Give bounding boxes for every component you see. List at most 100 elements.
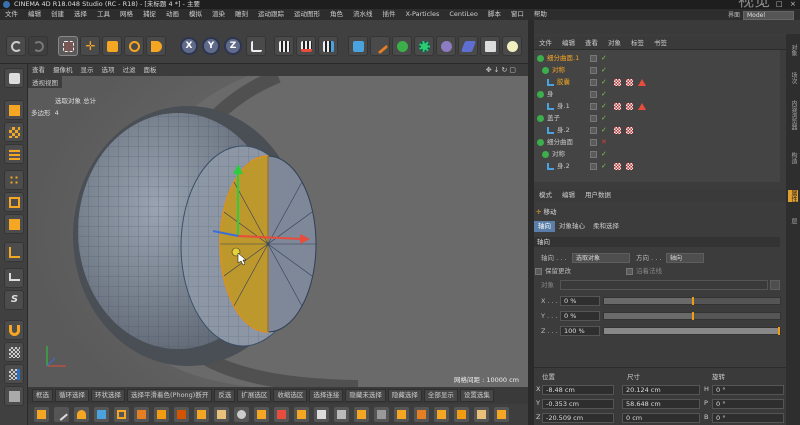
move-tool-icon[interactable]: ✛ bbox=[80, 36, 100, 56]
live-selection-icon[interactable] bbox=[58, 36, 78, 56]
magnet-icon[interactable] bbox=[4, 320, 24, 340]
z-axis-lock-button[interactable]: Z bbox=[224, 37, 242, 55]
camera-icon[interactable] bbox=[480, 36, 500, 56]
menu-plugins[interactable]: 插件 bbox=[378, 9, 401, 20]
visibility-dots[interactable] bbox=[590, 91, 597, 98]
weld-icon[interactable] bbox=[174, 407, 189, 422]
subdivide-icon[interactable] bbox=[374, 407, 389, 422]
triangulate-icon[interactable] bbox=[394, 407, 409, 422]
z-slider[interactable] bbox=[603, 327, 781, 335]
attr-menu-edit[interactable]: 编辑 bbox=[557, 189, 580, 201]
redo-button[interactable] bbox=[28, 36, 48, 56]
position-y-input[interactable]: -0.353 cm bbox=[542, 399, 614, 409]
rotation-p-input[interactable]: 0 ° bbox=[712, 399, 784, 409]
vtab-structure[interactable]: 构造 bbox=[788, 152, 798, 164]
edges-mode-icon[interactable] bbox=[4, 192, 24, 212]
visibility-dots[interactable] bbox=[590, 115, 597, 122]
cmd-unhide-all[interactable]: 全部显示 bbox=[423, 389, 458, 402]
enabled-check-icon[interactable]: ✓ bbox=[601, 77, 607, 88]
cmd-invert[interactable]: 反选 bbox=[214, 389, 236, 402]
rotation-h-input[interactable]: 0 ° bbox=[712, 385, 784, 395]
object-row-body-1[interactable]: 身.1 ✓ bbox=[534, 101, 780, 112]
phong-tag-icon[interactable] bbox=[614, 79, 621, 86]
object-row-body-2[interactable]: 身.2 ✓ bbox=[534, 125, 780, 136]
z-input[interactable]: 100 % bbox=[560, 326, 600, 336]
polygons-mode-icon[interactable] bbox=[4, 214, 24, 234]
menu-mograph[interactable]: 运动图形 bbox=[289, 9, 325, 20]
enabled-check-icon[interactable]: ✓ bbox=[601, 101, 607, 112]
layer-icon[interactable] bbox=[4, 386, 24, 406]
subdivision-surface-icon[interactable] bbox=[392, 36, 412, 56]
size-y-input[interactable]: 58.648 cm bbox=[622, 399, 700, 409]
menu-animate[interactable]: 动画 bbox=[161, 9, 184, 20]
cmd-loop-select[interactable]: 循环选择 bbox=[55, 389, 89, 402]
object-row-capsule[interactable]: 胶囊 ✓ bbox=[534, 77, 780, 88]
object-link-field[interactable] bbox=[560, 280, 768, 290]
menu-character[interactable]: 角色 bbox=[325, 9, 348, 20]
menu-script[interactable]: 脚本 bbox=[483, 9, 506, 20]
light-icon[interactable] bbox=[502, 36, 522, 56]
tab-object-axis[interactable]: 对象轴心 bbox=[555, 221, 589, 232]
object-row-body-2b[interactable]: 身.2 ✓ bbox=[534, 161, 780, 172]
polygon-selection-tag-icon[interactable] bbox=[638, 79, 646, 86]
render-picture-viewer-icon[interactable] bbox=[296, 36, 316, 56]
selection-tag-icon[interactable] bbox=[626, 79, 633, 86]
menu-tools[interactable]: 工具 bbox=[92, 9, 115, 20]
along-normals-checkbox[interactable] bbox=[626, 268, 633, 275]
obj-menu-tags[interactable]: 标签 bbox=[626, 37, 649, 50]
visibility-dots[interactable] bbox=[590, 127, 597, 134]
obj-menu-bookmarks[interactable]: 书签 bbox=[649, 37, 672, 50]
collapse-icon[interactable] bbox=[494, 407, 509, 422]
vp-menu-display[interactable]: 显示 bbox=[77, 64, 98, 76]
vtab-layers[interactable]: 层 bbox=[788, 218, 798, 224]
menu-centileo[interactable]: CentiLeo bbox=[444, 9, 483, 20]
menu-help[interactable]: 帮助 bbox=[529, 9, 552, 20]
vtab-takes[interactable]: 场次 bbox=[788, 72, 798, 84]
vtab-attributes[interactable]: 属性 bbox=[788, 190, 798, 202]
knife-icon[interactable] bbox=[54, 407, 69, 422]
optimize-icon[interactable] bbox=[334, 407, 349, 422]
rotation-b-input[interactable]: 0 ° bbox=[712, 413, 784, 423]
undo-button[interactable] bbox=[6, 36, 26, 56]
visibility-dots[interactable] bbox=[590, 55, 597, 62]
object-link-pick-icon[interactable] bbox=[770, 280, 780, 290]
brush-icon[interactable] bbox=[74, 407, 89, 422]
workplane-mode-icon[interactable] bbox=[4, 144, 24, 164]
x-axis-lock-button[interactable]: X bbox=[180, 37, 198, 55]
menu-render[interactable]: 渲染 bbox=[207, 9, 230, 20]
enabled-check-icon[interactable]: ✓ bbox=[601, 149, 607, 160]
vp-menu-panel[interactable]: 面板 bbox=[140, 64, 161, 76]
menu-snap[interactable]: 捕捉 bbox=[138, 9, 161, 20]
cmd-hide-selected[interactable]: 隐藏选择 bbox=[387, 389, 422, 402]
object-row-symmetry-2[interactable]: 对称 ✓ bbox=[534, 149, 780, 160]
rotate-tool-icon[interactable] bbox=[124, 36, 144, 56]
connect-icon[interactable] bbox=[434, 407, 449, 422]
enabled-check-icon[interactable]: ✓ bbox=[601, 89, 607, 100]
menu-xparticles[interactable]: X-Particles bbox=[401, 9, 445, 20]
viewport-3d[interactable]: 透视视图 选取对象 总计 多边形 4 网格间距 : 10000 cm bbox=[28, 76, 528, 387]
cube-primitive-icon[interactable] bbox=[348, 36, 368, 56]
deformer-icon[interactable] bbox=[436, 36, 456, 56]
phong-tag-icon[interactable] bbox=[614, 163, 621, 170]
tab-axis[interactable]: 轴向 bbox=[534, 221, 555, 232]
enabled-check-icon[interactable]: ✓ bbox=[601, 53, 607, 64]
slide-icon[interactable] bbox=[214, 407, 229, 422]
menu-pipeline[interactable]: 流水线 bbox=[348, 9, 378, 20]
visibility-dots[interactable] bbox=[590, 151, 597, 158]
align-normals-icon[interactable] bbox=[294, 407, 309, 422]
reverse-normals-icon[interactable] bbox=[314, 407, 329, 422]
visibility-dots[interactable] bbox=[590, 163, 597, 170]
axis-dropdown[interactable]: 选取对象 bbox=[572, 253, 630, 263]
y-axis-lock-button[interactable]: Y bbox=[202, 37, 220, 55]
menu-select[interactable]: 选择 bbox=[69, 9, 92, 20]
render-settings-icon[interactable] bbox=[318, 36, 338, 56]
selection-tag-icon[interactable] bbox=[626, 103, 633, 110]
bridge-icon[interactable] bbox=[134, 407, 149, 422]
tab-soft-selection[interactable]: 柔和选择 bbox=[589, 221, 623, 232]
object-row-body[interactable]: 身 ✓ bbox=[534, 89, 780, 100]
size-z-input[interactable]: 0 cm bbox=[622, 413, 700, 423]
cmd-ring-select[interactable]: 环状选择 bbox=[91, 389, 125, 402]
enabled-check-icon[interactable]: ✓ bbox=[601, 161, 607, 172]
obj-menu-view[interactable]: 查看 bbox=[580, 37, 603, 50]
magnet-tool-icon[interactable] bbox=[254, 407, 269, 422]
